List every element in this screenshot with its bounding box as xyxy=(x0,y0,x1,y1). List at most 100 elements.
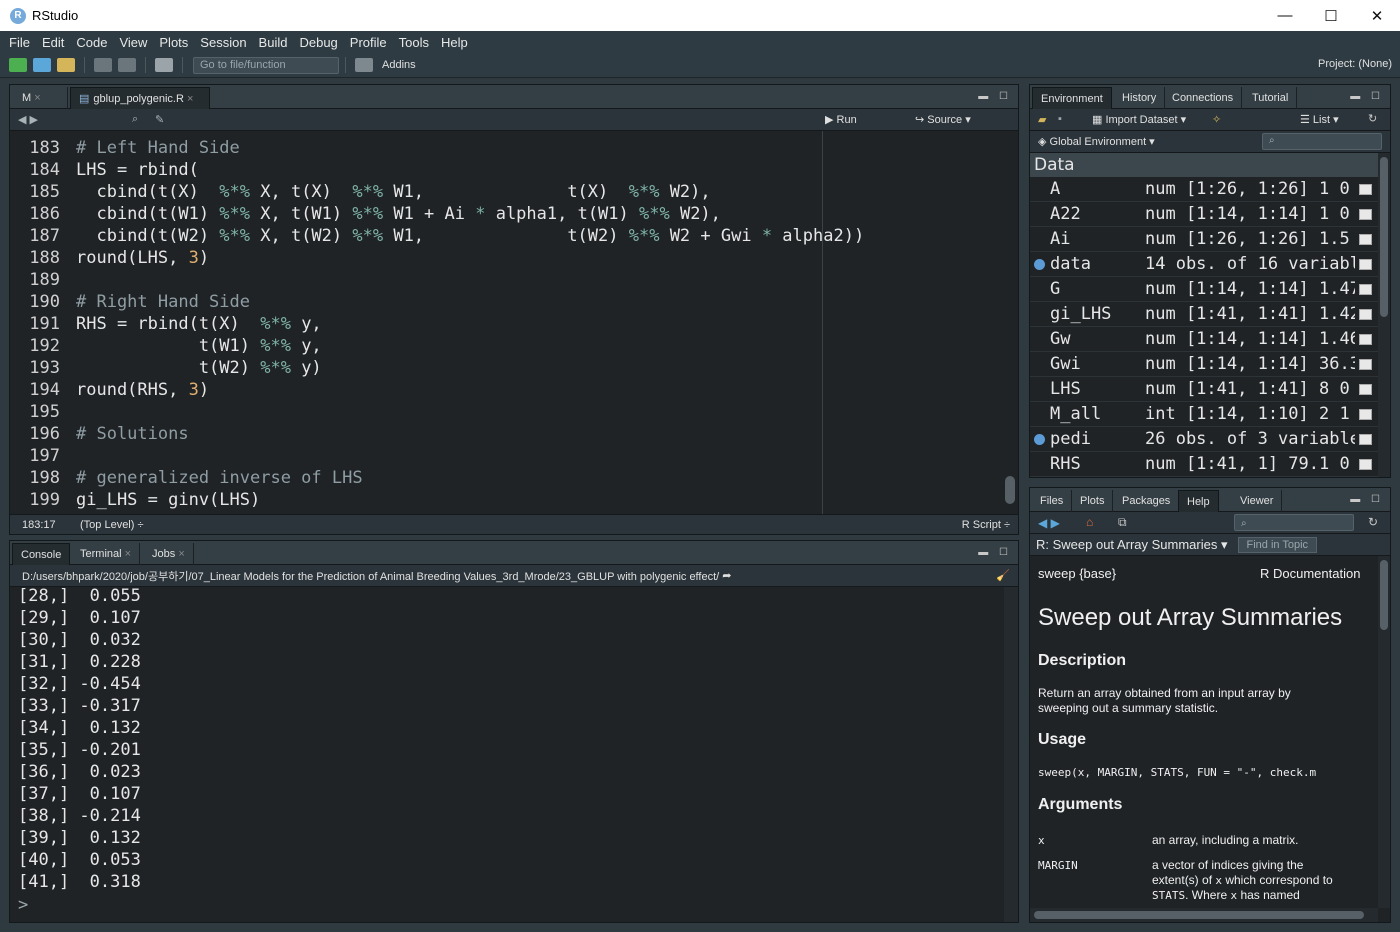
env-pane-controls-icon[interactable]: ▬ ☐ xyxy=(1350,91,1384,102)
env-row[interactable]: Gwi num [1:14, 1:14] 36.3… xyxy=(1030,352,1378,377)
back-forward-icon[interactable]: ◀ ▶ xyxy=(18,113,38,126)
help-scrollbar-horizontal[interactable] xyxy=(1030,908,1378,922)
menu-session[interactable]: Session xyxy=(195,35,251,50)
editor-scrollbar[interactable] xyxy=(1005,476,1015,504)
view-data-icon[interactable] xyxy=(1359,184,1372,195)
view-data-icon[interactable] xyxy=(1359,334,1372,345)
save-all-icon[interactable] xyxy=(118,58,136,72)
env-row[interactable]: RHS num [1:41, 1] 79.1 0 ... xyxy=(1030,452,1378,477)
filetype-menu[interactable]: R Script ÷ xyxy=(962,519,1010,531)
goto-file-input[interactable]: Go to file/function xyxy=(193,56,339,74)
env-row[interactable]: M_all int [1:14, 1:10] 2 1 ... xyxy=(1030,402,1378,427)
menu-file[interactable]: File xyxy=(4,35,35,50)
env-scrollbar[interactable] xyxy=(1378,153,1390,477)
source-button[interactable]: ↪ Source ▾ xyxy=(915,113,971,126)
env-row[interactable]: A22 num [1:14, 1:14] 1 0 ... xyxy=(1030,202,1378,227)
project-menu[interactable]: Project: (None) xyxy=(1318,58,1392,70)
tab-history[interactable]: History xyxy=(1114,87,1166,109)
menu-edit[interactable]: Edit xyxy=(37,35,69,50)
scope-menu[interactable]: (Top Level) ÷ xyxy=(80,519,144,531)
help-topic-menu[interactable]: R: Sweep out Array Summaries ▾ xyxy=(1036,537,1228,553)
env-search-input[interactable]: ⌕ xyxy=(1262,133,1382,150)
expand-icon[interactable] xyxy=(1034,259,1045,270)
maximize-button[interactable]: ☐ xyxy=(1308,0,1354,31)
tab-help[interactable]: Help xyxy=(1178,490,1219,512)
new-file-icon[interactable] xyxy=(9,58,27,72)
view-data-icon[interactable] xyxy=(1359,309,1372,320)
help-scrollbar-vertical[interactable] xyxy=(1378,556,1390,908)
console-output[interactable]: [28,] 0.055 [29,] 0.107 [30,] 0.032 [31,] 0… xyxy=(10,586,1004,922)
view-data-icon[interactable] xyxy=(1359,259,1372,270)
view-data-icon[interactable] xyxy=(1359,384,1372,395)
clear-console-icon[interactable]: 🧹 xyxy=(996,569,1010,582)
menu-view[interactable]: View xyxy=(114,35,152,50)
minimize-button[interactable]: — xyxy=(1262,0,1308,31)
env-row[interactable]: LHS num [1:41, 1:41] 8 0 ... xyxy=(1030,377,1378,402)
help-search-input[interactable]: ⌕ xyxy=(1234,514,1354,531)
console-prompt[interactable]: > xyxy=(18,894,28,916)
env-row[interactable]: Anum [1:26, 1:26] 1 0 ... xyxy=(1030,177,1378,202)
tab-tutorial[interactable]: Tutorial xyxy=(1244,87,1298,109)
menu-build[interactable]: Build xyxy=(254,35,293,50)
env-row[interactable]: pedi 26 obs. of 3 variables xyxy=(1030,427,1378,452)
list-view-menu[interactable]: ☰ List ▾ xyxy=(1300,113,1339,126)
menu-plots[interactable]: Plots xyxy=(154,35,193,50)
refresh-icon[interactable]: ↻ xyxy=(1368,112,1377,125)
search-icon[interactable]: ⌕ xyxy=(132,113,138,126)
magic-wand-icon[interactable]: ✎ xyxy=(155,113,164,126)
tab-terminal[interactable]: Terminal × xyxy=(72,543,141,565)
close-button[interactable]: ✕ xyxy=(1354,0,1400,31)
env-row[interactable]: Ai num [1:26, 1:26] 1.5 ... xyxy=(1030,227,1378,252)
save-workspace-icon[interactable]: ▪ xyxy=(1058,113,1062,125)
env-row[interactable]: Gnum [1:14, 1:14] 1.47… xyxy=(1030,277,1378,302)
tab-packages[interactable]: Packages xyxy=(1114,490,1180,512)
view-data-icon[interactable] xyxy=(1359,409,1372,420)
load-workspace-icon[interactable]: ▰ xyxy=(1038,113,1046,126)
goto-wd-icon[interactable]: ➦ xyxy=(722,569,731,582)
view-data-icon[interactable] xyxy=(1359,434,1372,445)
console-scrollbar[interactable] xyxy=(1004,587,1018,922)
global-env-menu[interactable]: ◈ Global Environment ▾ xyxy=(1038,135,1155,148)
expand-icon[interactable] xyxy=(1034,434,1045,445)
env-row[interactable]: data 14 obs. of 16 variabl… xyxy=(1030,252,1378,277)
tab-gblup-polygenic[interactable]: ▤ gblup_polygenic.R × xyxy=(70,87,210,109)
home-icon[interactable]: ⌂ xyxy=(1086,515,1093,529)
code-area[interactable]: 183 # Left Hand Side 184 LHS = rbind(185 cb… xyxy=(10,131,1018,516)
grid-layout-icon[interactable] xyxy=(355,58,373,72)
find-in-topic-input[interactable]: Find in Topic xyxy=(1237,536,1318,553)
menu-help[interactable]: Help xyxy=(436,35,473,50)
view-data-icon[interactable] xyxy=(1359,359,1372,370)
refresh-icon[interactable]: ↻ xyxy=(1368,515,1378,529)
tab-m[interactable]: M × xyxy=(14,87,68,109)
import-dataset-button[interactable]: ▦ Import Dataset ▾ xyxy=(1092,113,1186,126)
tab-viewer[interactable]: Viewer xyxy=(1232,490,1283,512)
pane-controls-icon[interactable]: ▬ ☐ xyxy=(978,91,1012,102)
help-pane-controls-icon[interactable]: ▬ ☐ xyxy=(1350,494,1384,505)
env-row[interactable]: gi_LHS num [1:41, 1:41] 1.42… xyxy=(1030,302,1378,327)
open-file-icon[interactable] xyxy=(57,58,75,72)
tab-connections[interactable]: Connections xyxy=(1164,87,1243,109)
tab-environment[interactable]: Environment xyxy=(1032,87,1112,109)
save-icon[interactable] xyxy=(94,58,112,72)
view-data-icon[interactable] xyxy=(1359,284,1372,295)
tab-files[interactable]: Files xyxy=(1032,490,1073,512)
run-button[interactable]: ▶ Run xyxy=(825,113,857,126)
view-data-icon[interactable] xyxy=(1359,459,1372,470)
tab-console[interactable]: Console xyxy=(12,543,71,565)
back-forward-icon[interactable]: ◀ ▶ xyxy=(1038,516,1060,530)
view-data-icon[interactable] xyxy=(1359,209,1372,220)
addins-menu[interactable]: Addins xyxy=(382,59,416,71)
print-icon[interactable] xyxy=(155,58,173,72)
view-data-icon[interactable] xyxy=(1359,234,1372,245)
menu-profile[interactable]: Profile xyxy=(345,35,392,50)
clear-env-icon[interactable]: ✧ xyxy=(1212,113,1221,126)
console-pane-controls-icon[interactable]: ▬ ☐ xyxy=(978,547,1012,558)
menu-tools[interactable]: Tools xyxy=(394,35,434,50)
menu-debug[interactable]: Debug xyxy=(294,35,342,50)
new-project-icon[interactable] xyxy=(33,58,51,72)
popout-icon[interactable]: ⧉ xyxy=(1118,515,1127,530)
tab-jobs[interactable]: Jobs × xyxy=(144,543,194,565)
tab-plots[interactable]: Plots xyxy=(1072,490,1114,512)
menu-code[interactable]: Code xyxy=(71,35,112,50)
env-row[interactable]: Gw num [1:14, 1:14] 1.46… xyxy=(1030,327,1378,352)
